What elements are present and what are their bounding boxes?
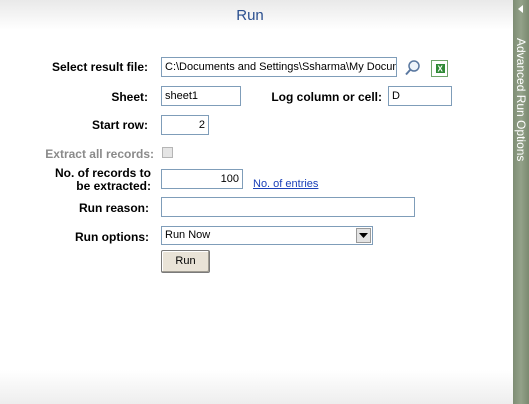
- extract-all-checkbox[interactable]: [162, 147, 173, 158]
- advanced-run-options-label: Advanced Run Options: [514, 38, 528, 162]
- expand-arrow-icon[interactable]: [518, 5, 523, 13]
- advanced-run-options-tab[interactable]: Advanced Run Options: [513, 0, 529, 404]
- records-field[interactable]: 100: [161, 169, 243, 189]
- run-options-value: Run Now: [165, 229, 211, 241]
- magnifier-icon: [404, 59, 420, 75]
- excel-button[interactable]: X: [430, 59, 449, 78]
- result-file-label: Select result file:: [51, 60, 148, 74]
- start-row-label: Start row:: [91, 118, 148, 132]
- page-title: Run: [236, 7, 264, 24]
- log-column-field[interactable]: D: [388, 86, 452, 106]
- browse-button[interactable]: [403, 58, 422, 77]
- run-button[interactable]: Run: [161, 250, 210, 273]
- records-label-line2: be extracted:: [76, 179, 151, 193]
- sheet-label: Sheet:: [111, 90, 148, 104]
- log-column-label: Log column or cell:: [271, 90, 382, 104]
- extract-all-label: Extract all records:: [45, 147, 154, 161]
- svg-text:X: X: [438, 65, 444, 74]
- records-label-line1: No. of records to: [54, 166, 151, 180]
- run-reason-field[interactable]: [161, 197, 415, 217]
- start-row-field[interactable]: 2: [161, 115, 209, 135]
- dropdown-arrow-button[interactable]: [356, 228, 371, 243]
- run-options-select[interactable]: Run Now: [161, 226, 373, 245]
- sheet-field[interactable]: sheet1: [161, 86, 241, 106]
- run-reason-label: Run reason:: [78, 201, 149, 215]
- no-of-entries-link[interactable]: No. of entries: [253, 178, 318, 190]
- result-file-field[interactable]: C:\Documents and Settings\Ssharma\My Doc…: [161, 57, 397, 77]
- run-options-label: Run options:: [75, 230, 149, 244]
- chevron-down-icon: [359, 232, 368, 238]
- run-panel: Run Select result file: C:\Documents and…: [0, 0, 513, 404]
- excel-icon: X: [431, 60, 448, 77]
